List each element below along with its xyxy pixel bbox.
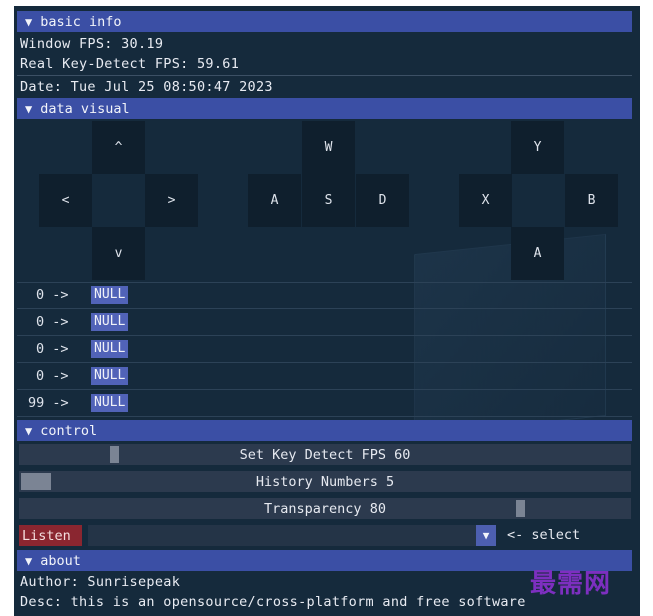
row-divider <box>17 282 632 283</box>
key-select-combo[interactable] <box>88 525 496 546</box>
row-divider <box>17 308 632 309</box>
button-y: Y <box>511 121 564 174</box>
header-basic-info-label: basic info <box>40 13 122 30</box>
row-divider <box>17 362 632 363</box>
header-data-visual[interactable]: ▼ data visual <box>17 98 632 119</box>
key-d: D <box>356 174 409 227</box>
key-w: W <box>302 121 355 174</box>
dropdown-arrow-icon[interactable]: ▼ <box>476 525 496 546</box>
collapse-arrow-icon: ▼ <box>25 423 33 438</box>
app-window: ▼ basic info Window FPS: 30.19 Real Key-… <box>14 6 640 616</box>
key-a: A <box>248 174 301 227</box>
button-x: X <box>459 174 512 227</box>
slider-grab[interactable] <box>516 500 525 517</box>
history-slider[interactable]: History Numbers 5 <box>19 471 631 492</box>
history-key: NULL <box>91 367 129 385</box>
header-about-label: about <box>40 552 81 569</box>
collapse-arrow-icon: ▼ <box>25 101 33 116</box>
dpad-up: ^ <box>92 121 145 174</box>
history-count: 0 -> <box>36 287 69 303</box>
select-label: <- select <box>507 527 581 543</box>
row-divider <box>17 416 632 417</box>
date-text: Date: Tue Jul 25 08:50:47 2023 <box>20 79 273 95</box>
history-key: NULL <box>91 394 129 412</box>
listen-button[interactable]: Listen <box>19 525 82 546</box>
row-divider <box>17 389 632 390</box>
button-b: B <box>565 174 618 227</box>
transparency-slider-label: Transparency 80 <box>264 500 386 517</box>
button-a: A <box>511 227 564 280</box>
author-text: Author: Sunrisepeak <box>20 574 181 590</box>
slider-grab[interactable] <box>21 473 51 490</box>
watermark-logo: 最需网 <box>530 569 612 599</box>
transparency-slider[interactable]: Transparency 80 <box>19 498 631 519</box>
window-fps-text: Window FPS: 30.19 <box>20 36 164 52</box>
key-s: S <box>302 174 355 227</box>
header-control[interactable]: ▼ control <box>17 420 632 441</box>
fps-slider[interactable]: Set Key Detect FPS 60 <box>19 444 631 465</box>
header-data-visual-label: data visual <box>40 100 130 117</box>
history-key: NULL <box>91 286 129 304</box>
dpad-left: < <box>39 174 92 227</box>
history-key: NULL <box>91 313 129 331</box>
dpad-down: v <box>92 227 145 280</box>
header-control-label: control <box>40 422 98 439</box>
history-count: 0 -> <box>36 368 69 384</box>
history-count: 99 -> <box>28 395 69 411</box>
separator <box>17 75 632 76</box>
fps-slider-label: Set Key Detect FPS 60 <box>239 446 411 463</box>
header-basic-info[interactable]: ▼ basic info <box>17 11 632 32</box>
history-count: 0 -> <box>36 314 69 330</box>
description-text: Desc: this is an opensource/cross-platfo… <box>20 594 526 610</box>
history-slider-label: History Numbers 5 <box>255 473 395 490</box>
row-divider <box>17 335 632 336</box>
collapse-arrow-icon: ▼ <box>25 14 33 29</box>
collapse-arrow-icon: ▼ <box>25 553 33 568</box>
dpad-right: > <box>145 174 198 227</box>
history-count: 0 -> <box>36 341 69 357</box>
real-fps-text: Real Key-Detect FPS: 59.61 <box>20 56 240 72</box>
slider-grab[interactable] <box>110 446 119 463</box>
history-key: NULL <box>91 340 129 358</box>
